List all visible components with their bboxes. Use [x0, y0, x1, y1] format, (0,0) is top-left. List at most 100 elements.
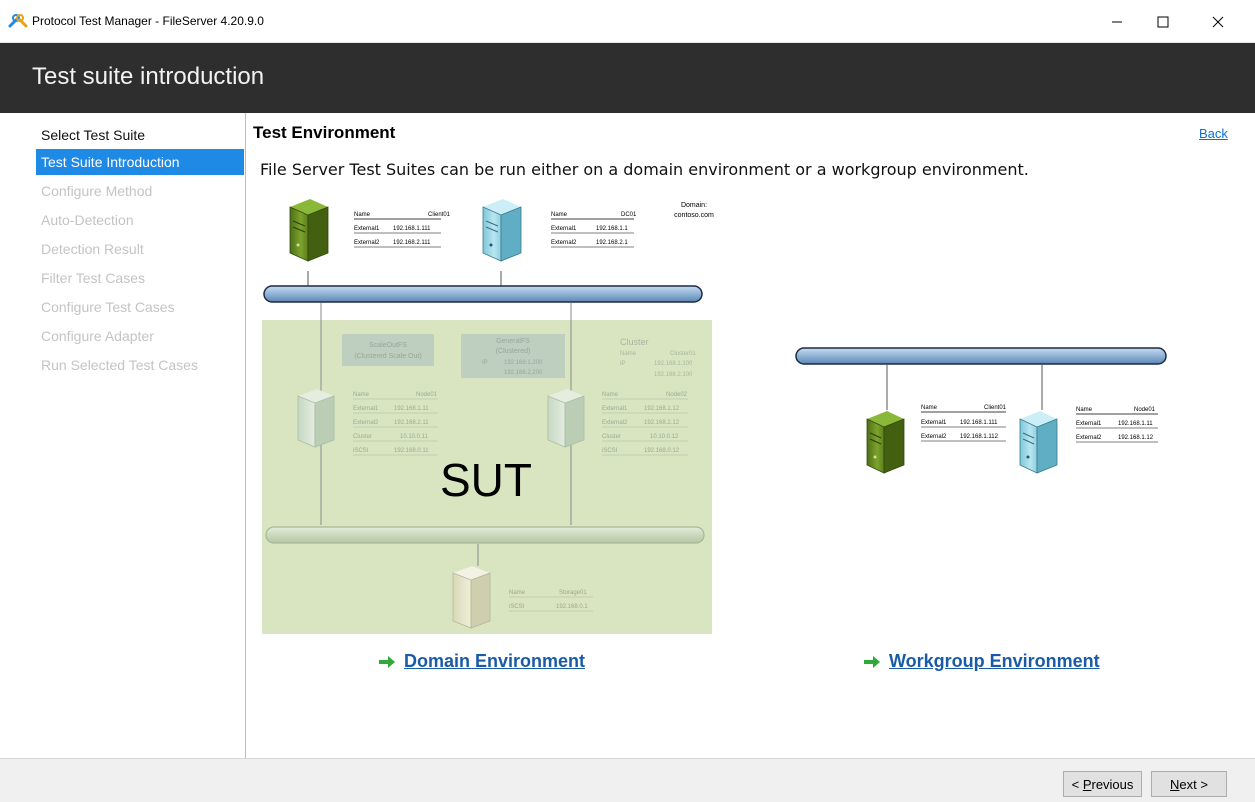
client-row-label: External2	[354, 240, 380, 246]
cluster-ip-label: IP	[620, 361, 626, 367]
node01-row-value: 10.10.0.11	[400, 434, 429, 440]
node01-server-icon	[297, 389, 335, 448]
cluster-name-value: Cluster01	[670, 351, 696, 357]
step-filter-test-cases: Filter Test Cases	[41, 270, 145, 286]
main-content: Test Environment Back File Server Test S…	[246, 113, 1255, 758]
workgroup-client-row-value: 192.168.1.111	[960, 420, 998, 426]
general-fs-label: GeneralFS	[496, 338, 530, 345]
workgroup-client-row-label: External2	[921, 434, 947, 440]
node01-name-label: Name	[353, 392, 370, 398]
workgroup-node-row-label: External2	[1076, 435, 1102, 441]
wizard-step-sidebar: Select Test Suite Test Suite Introductio…	[0, 113, 246, 758]
node01-row-value: 192.168.2.11	[394, 420, 429, 426]
storage-row-label: iSCSI	[509, 604, 525, 610]
node02-row-label: External2	[602, 420, 628, 426]
client-row-value: 192.168.2.111	[393, 240, 431, 246]
general-fs-ip-label: IP	[482, 360, 488, 366]
previous-button[interactable]: < Previous	[1063, 771, 1142, 797]
workgroup-environment-link[interactable]: Workgroup Environment	[863, 651, 1100, 672]
workgroup-node-info-table: Name Node01 External1 192.168.1.11 Exter…	[1076, 407, 1158, 443]
step-test-suite-introduction[interactable]: Test Suite Introduction	[36, 149, 244, 175]
window-title: Protocol Test Manager - FileServer 4.20.…	[32, 14, 264, 28]
right-arrow-icon	[864, 655, 880, 668]
workgroup-node-row-value: 192.168.1.11	[1118, 421, 1153, 427]
cluster-title: Cluster	[620, 337, 649, 347]
step-run-selected-test-cases: Run Selected Test Cases	[41, 357, 198, 373]
domain-network-bus	[263, 285, 703, 303]
minimize-icon	[1112, 21, 1122, 22]
general-fs-ip1: 192.168.1.200	[504, 360, 543, 366]
next-button[interactable]: Next >	[1151, 771, 1227, 797]
domain-environment-link[interactable]: Domain Environment	[378, 651, 585, 672]
node02-row-value: 192.168.2.12	[644, 420, 680, 426]
workgroup-environment-link-label: Workgroup Environment	[889, 651, 1100, 671]
next-button-access-key: N	[1170, 776, 1180, 792]
workgroup-client-row-label: External1	[921, 420, 947, 426]
step-configure-test-cases: Configure Test Cases	[41, 299, 175, 315]
general-fs-ip2: 192.168.2.200	[504, 370, 543, 376]
node02-name-label: Name	[602, 392, 619, 398]
previous-button-access-key: P	[1082, 776, 1092, 792]
domain-environment-link-label: Domain Environment	[404, 651, 586, 671]
node01-row-label: External1	[353, 406, 379, 412]
title-bar: Protocol Test Manager - FileServer 4.20.…	[0, 0, 1255, 43]
close-button[interactable]	[1195, 0, 1241, 43]
node01-row-value: 192.168.1.11	[394, 406, 429, 412]
dc-info-table: Name DC01 External1 192.168.1.1 External…	[551, 212, 637, 248]
workgroup-node-name-label: Name	[1076, 407, 1093, 413]
storage-name-label: Name	[509, 590, 526, 596]
scaleout-fs-subtitle: (Clustered Scale Out)	[354, 353, 421, 360]
node01-name-value: Node01	[416, 392, 438, 398]
wizard-footer: < Previous Next >	[0, 758, 1255, 802]
dc-name-label: Name	[551, 212, 568, 218]
minimize-button[interactable]	[1094, 0, 1140, 43]
storage-name-value: Storage01	[559, 590, 587, 596]
domain-value: contoso.com	[674, 212, 714, 219]
step-detection-result: Detection Result	[41, 241, 144, 257]
workgroup-client-name-label: Name	[921, 405, 938, 411]
dc-row-value: 192.168.1.1	[596, 226, 628, 232]
maximize-icon	[1157, 16, 1169, 27]
workgroup-client-row-value: 192.168.1.112	[960, 434, 999, 440]
dc-row-value: 192.168.2.1	[596, 240, 628, 246]
scaleout-fs-box	[342, 334, 434, 366]
dc-name-value: DC01	[621, 212, 637, 218]
previous-button-prefix: <	[1071, 776, 1083, 792]
dc-row-label: External2	[551, 240, 577, 246]
workgroup-client-server-icon	[866, 411, 905, 474]
client-name-label: Name	[354, 212, 371, 218]
workgroup-node-name-value: Node01	[1134, 407, 1156, 413]
workgroup-node-row-value: 192.168.1.12	[1118, 435, 1154, 441]
node01-row-value: 192.168.0.11	[394, 448, 429, 454]
step-auto-detection: Auto-Detection	[41, 212, 134, 228]
step-configure-adapter: Configure Adapter	[41, 328, 154, 344]
next-button-label: ext >	[1179, 776, 1208, 792]
node01-row-label: External2	[353, 420, 379, 426]
workgroup-client-info-table: Name Client01 External1 192.168.1.111 Ex…	[921, 405, 1007, 442]
workgroup-client-name-value: Client01	[984, 405, 1007, 411]
previous-button-label: revious	[1091, 776, 1134, 792]
node02-row-label: iSCSI	[602, 448, 618, 454]
node02-row-value: 10.10.0.12	[650, 434, 679, 440]
dc-server-icon	[482, 199, 522, 262]
page-header: Test suite introduction	[0, 43, 1255, 113]
client-info-table: Name Client01 External1 192.168.1.111 Ex…	[354, 212, 451, 248]
node02-row-label: External1	[602, 406, 628, 412]
storage-server-icon	[452, 566, 491, 629]
maximize-button[interactable]	[1140, 0, 1186, 43]
domain-environment-diagram: Name Client01 External1 192.168.1.111 Ex…	[262, 199, 714, 634]
node01-row-label: iSCSI	[353, 448, 369, 454]
node01-row-label: Cluster	[353, 434, 372, 440]
page-title: Test suite introduction	[32, 63, 265, 90]
node02-row-value: 192.168.1.12	[644, 406, 680, 412]
step-select-test-suite[interactable]: Select Test Suite	[36, 122, 244, 148]
environment-diagrams: Name Client01 External1 192.168.1.111 Ex…	[262, 199, 1167, 634]
client-row-value: 192.168.1.111	[393, 226, 431, 232]
workgroup-node-row-label: External1	[1076, 421, 1102, 427]
node02-server-icon	[547, 389, 585, 448]
cluster-ip1: 192.168.1.100	[654, 361, 693, 367]
cluster-ip2: 192.168.2.100	[654, 372, 693, 378]
sut-label: SUT	[440, 454, 532, 506]
wrench-app-icon	[8, 14, 28, 28]
node02-row-value: 192.168.0.12	[644, 448, 680, 454]
